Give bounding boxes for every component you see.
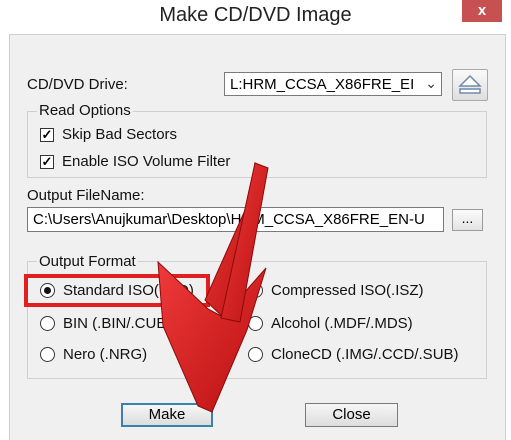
drive-select[interactable]: L:HRM_CCSA_X86FRE_EI ⌄ — [224, 72, 442, 96]
nero-label: Nero (.NRG) — [63, 346, 148, 363]
radio-nero[interactable] — [40, 347, 55, 362]
title-bar: Make CD/DVD Image x — [0, 0, 511, 32]
highlight-box — [24, 274, 210, 307]
bin-label: BIN (.BIN/.CUE) — [63, 315, 172, 332]
skip-bad-sectors-checkbox[interactable]: ✓ — [40, 128, 54, 142]
window-close-button[interactable]: x — [462, 0, 502, 22]
radio-compressed-iso[interactable] — [248, 283, 263, 298]
output-filename-input[interactable]: C:\Users\Anujkumar\Desktop\HRM_CCSA_X86F… — [27, 207, 444, 232]
chevron-down-icon: ⌄ — [425, 75, 437, 91]
radio-bin[interactable] — [40, 316, 55, 331]
clonecd-label: CloneCD (.IMG/.CCD/.SUB) — [271, 346, 459, 363]
output-format-title: Output Format — [37, 253, 138, 270]
eject-button[interactable] — [452, 69, 488, 101]
browse-button[interactable]: ... — [452, 209, 483, 231]
read-options-title: Read Options — [37, 102, 133, 119]
alcohol-label: Alcohol (.MDF/.MDS) — [271, 315, 413, 332]
make-button[interactable]: Make — [121, 403, 213, 427]
enable-iso-filter-checkbox[interactable]: ✓ — [40, 155, 54, 169]
enable-iso-filter-label: Enable ISO Volume Filter — [62, 153, 231, 170]
skip-bad-sectors-label: Skip Bad Sectors — [62, 126, 178, 143]
compressed-iso-label: Compressed ISO(.ISZ) — [271, 282, 424, 299]
close-button[interactable]: Close — [305, 403, 398, 427]
radio-alcohol[interactable] — [248, 316, 263, 331]
window-title: Make CD/DVD Image — [159, 4, 352, 26]
output-filename-value: C:\Users\Anujkumar\Desktop\HRM_CCSA_X86F… — [33, 211, 425, 228]
drive-select-value: L:HRM_CCSA_X86FRE_EI — [230, 76, 415, 93]
eject-icon — [458, 74, 482, 94]
output-filename-label: Output FileName: — [27, 187, 145, 204]
radio-clonecd[interactable] — [248, 347, 263, 362]
drive-label: CD/DVD Drive: — [27, 76, 128, 93]
